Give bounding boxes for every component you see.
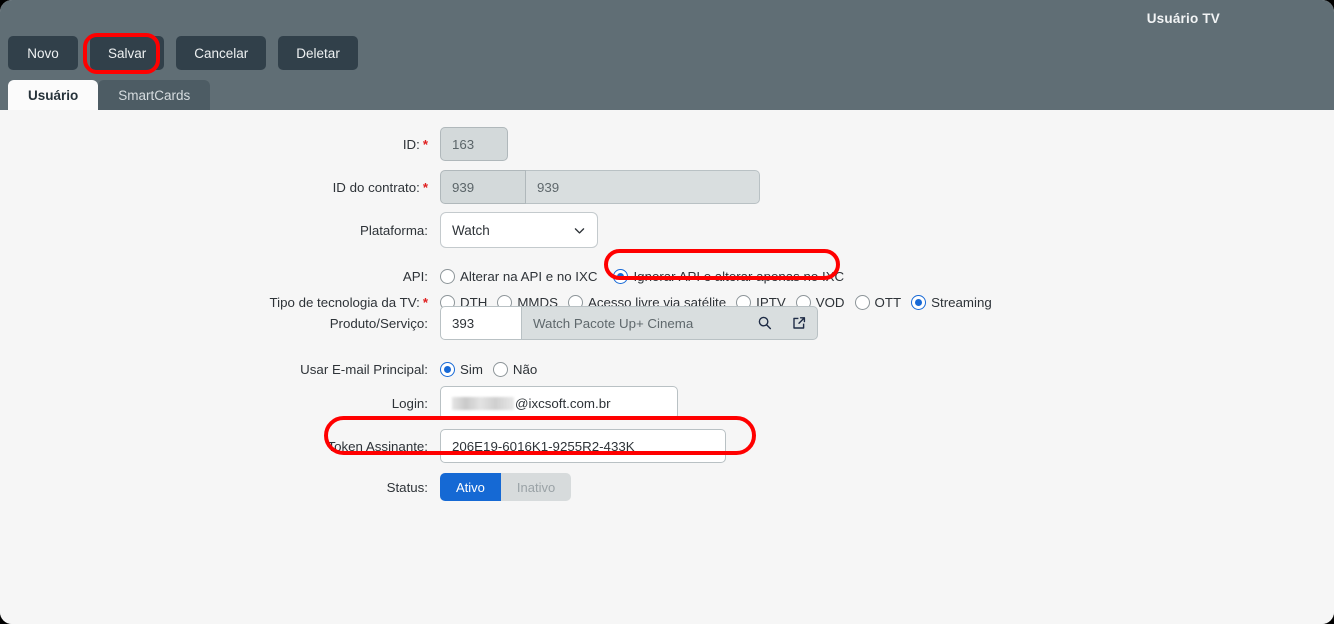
contrato-description: 939 [526,170,760,204]
radio-icon [911,294,927,310]
toolbar: Novo Salvar Cancelar Deletar [8,36,358,70]
produto-label: Produto/Serviço: [329,315,428,331]
produto-description-field: Watch Pacote Up+ Cinema [522,306,818,340]
tab-smartcards[interactable]: SmartCards [98,80,211,110]
novo-button[interactable]: Novo [8,36,78,70]
field-row-email-principal: Usar E-mail Principal: Sim Não [0,357,547,381]
email-principal-option-sim-label: Sim [460,361,483,377]
produto-group: 393 Watch Pacote Up+ Cinema [440,306,818,340]
id-input[interactable]: 163 [440,127,508,161]
usuario-form: ID: * 163 ID do contrato: * 939 939 Plataf… [0,110,1334,624]
field-row-contrato: ID do contrato: * 939 939 [0,170,760,204]
login-input[interactable]: @ixcsoft.com.br [440,386,678,420]
produto-description: Watch Pacote Up+ Cinema [533,315,694,331]
radio-icon [613,268,629,284]
external-link-icon[interactable] [791,315,807,331]
status-label: Status: [386,479,428,495]
field-row-login: Login: @ixcsoft.com.br [0,386,678,420]
status-ativo-button[interactable]: Ativo [440,473,501,501]
email-principal-label: Usar E-mail Principal: [300,361,428,377]
contrato-label: ID do contrato: * [332,179,428,195]
api-option-alterar-label: Alterar na API e no IXC [460,268,598,284]
usuario-tv-page: Usuário TV Novo Salvar Cancelar Deletar … [0,0,1334,624]
radio-icon [854,294,870,310]
field-row-id: ID: * 163 [0,127,508,161]
page-title: Usuário TV [1146,11,1220,26]
required-marker: * [422,136,428,152]
status-inativo-button[interactable]: Inativo [500,473,572,501]
field-row-token: Token Assinante: 206E19-6016K1-9255R2-43… [0,429,726,463]
field-row-status: Status: Ativo Inativo [0,473,572,501]
required-marker: * [422,179,428,195]
tab-bar: Usuário SmartCards [8,80,211,110]
radio-icon [440,361,455,377]
required-marker: * [422,294,428,310]
api-option-alterar[interactable]: Alterar na API e no IXC [440,268,598,284]
chevron-down-icon [574,227,585,234]
produto-actions [757,315,807,331]
tecnologia-option-streaming[interactable]: Streaming [911,294,992,310]
email-principal-radio-group: Sim Não [440,361,547,377]
field-row-produto: Produto/Serviço: 393 Watch Pacote Up+ Ci… [0,306,818,340]
produto-id-input[interactable]: 393 [440,306,522,340]
radio-icon [492,361,508,377]
email-principal-option-nao-label: Não [512,361,538,377]
deletar-button[interactable]: Deletar [278,36,358,70]
email-principal-option-sim[interactable]: Sim [440,361,483,377]
api-radio-group: Alterar na API e no IXC Ignorar API e al… [440,268,854,284]
cancelar-button[interactable]: Cancelar [176,36,267,70]
tab-usuario[interactable]: Usuário [8,80,99,110]
plataforma-select[interactable]: Watch [440,212,598,248]
radio-icon [440,268,455,284]
id-label: ID: * [402,136,428,152]
redacted-username [452,396,514,410]
tecnologia-option-ott[interactable]: OTT [854,294,902,310]
contrato-group: 939 939 [440,170,760,204]
field-row-plataforma: Plataforma: Watch [0,212,598,248]
status-toggle: Ativo Inativo [440,473,572,501]
api-label: API: [402,268,428,284]
salvar-button[interactable]: Salvar [90,36,165,70]
plataforma-value: Watch [452,222,490,238]
login-label: Login: [391,395,428,411]
tecnologia-label: Tipo de tecnologia da TV: * [269,294,429,310]
plataforma-label: Plataforma: [360,222,428,238]
login-domain: @ixcsoft.com.br [515,395,611,411]
api-option-ignorar-label: Ignorar API e alterar apenas no IXC [633,268,845,284]
api-option-ignorar[interactable]: Ignorar API e alterar apenas no IXC [613,268,845,284]
page-header: Usuário TV Novo Salvar Cancelar Deletar … [0,0,1334,110]
tecnologia-option-ott-label: OTT [874,294,902,310]
field-row-api: API: Alterar na API e no IXC Ignorar API… [0,264,854,288]
tecnologia-option-vod-label: VOD [815,294,845,310]
token-label: Token Assinante: [327,438,428,454]
email-principal-option-nao[interactable]: Não [492,361,538,377]
token-input[interactable]: 206E19-6016K1-9255R2-433K [440,429,726,463]
tecnologia-option-streaming-label: Streaming [931,294,992,310]
search-icon[interactable] [757,315,773,331]
contrato-id-input[interactable]: 939 [440,170,526,204]
